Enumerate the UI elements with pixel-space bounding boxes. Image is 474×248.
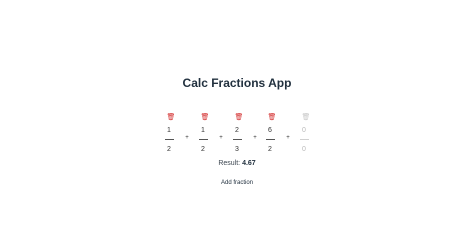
trash-icon[interactable]: 🗑 xyxy=(235,114,244,121)
trash-icon[interactable]: 🗑 xyxy=(302,114,311,121)
plus-operator: + xyxy=(253,135,257,141)
result-value: 4.67 xyxy=(242,160,256,167)
fraction-3: 🗑 2 3 xyxy=(230,114,244,154)
fraction-4: 🗑 6 2 xyxy=(263,114,277,154)
denominator-input[interactable]: 2 xyxy=(268,146,272,153)
plus-operator: + xyxy=(286,135,290,141)
fraction-bar xyxy=(265,139,275,140)
denominator-input[interactable]: 3 xyxy=(235,146,239,153)
trash-icon[interactable]: 🗑 xyxy=(201,114,210,121)
plus-operator: + xyxy=(185,135,189,141)
numerator-input[interactable]: 6 xyxy=(268,127,272,135)
fraction-bar xyxy=(232,139,242,140)
add-fraction-button[interactable]: Add fraction xyxy=(210,178,264,188)
numerator-input[interactable]: 2 xyxy=(235,127,239,135)
numerator-input[interactable]: 1 xyxy=(201,127,205,135)
numerator-input[interactable]: 0 xyxy=(302,127,306,135)
fraction-bar xyxy=(164,139,174,140)
result-label: Result: xyxy=(218,160,241,167)
fraction-bar xyxy=(198,139,208,140)
fraction-5: 🗑 0 0 xyxy=(297,114,311,154)
denominator-input[interactable]: 2 xyxy=(201,146,205,153)
trash-icon[interactable]: 🗑 xyxy=(268,114,277,121)
numerator-input[interactable]: 1 xyxy=(167,127,171,135)
result-display: Result: 4.67 xyxy=(0,160,474,167)
fraction-1: 🗑 1 2 xyxy=(162,114,176,154)
fractions-row: 🗑 1 2 + 🗑 1 2 + 🗑 2 3 + 🗑 6 2 + 🗑 0 0 xyxy=(0,114,474,154)
trash-icon[interactable]: 🗑 xyxy=(167,114,176,121)
plus-operator: + xyxy=(219,135,223,141)
page-title: Calc Fractions App xyxy=(182,76,292,90)
fraction-2: 🗑 1 2 xyxy=(196,114,210,154)
denominator-input[interactable]: 2 xyxy=(167,146,171,153)
denominator-input[interactable]: 0 xyxy=(302,146,306,153)
fraction-bar xyxy=(299,139,309,140)
